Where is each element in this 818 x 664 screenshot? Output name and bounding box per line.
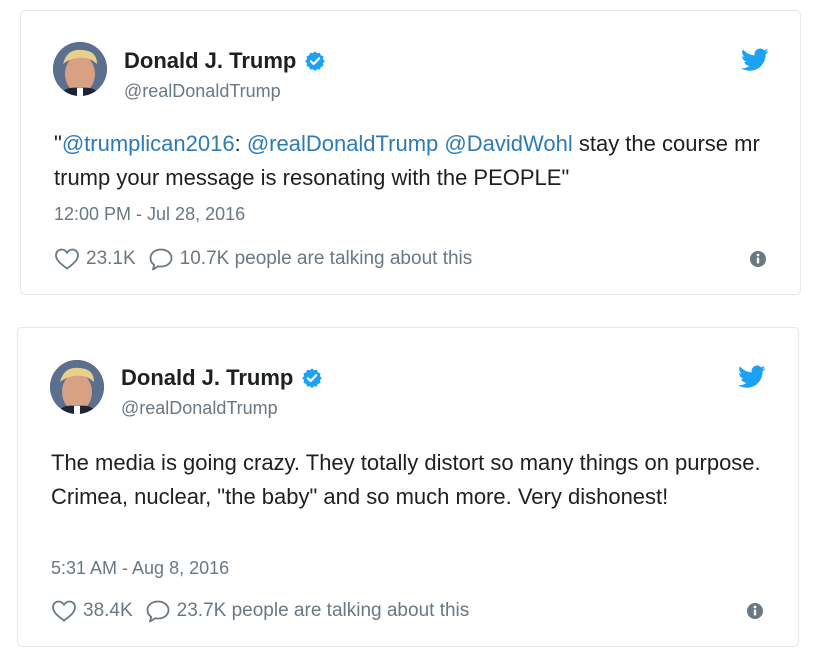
speech-bubble-icon xyxy=(149,248,173,271)
author-name-row[interactable]: Donald J. Trump xyxy=(121,365,323,391)
text-part: : xyxy=(234,131,247,156)
mention-link[interactable]: @trumplican2016 xyxy=(62,131,235,156)
heart-icon xyxy=(55,248,79,270)
twitter-bird-icon[interactable] xyxy=(741,48,769,72)
info-icon[interactable] xyxy=(746,602,764,620)
text-part: The media is going crazy. They totally d… xyxy=(51,450,761,509)
avatar[interactable] xyxy=(50,360,104,414)
author-name[interactable]: Donald J. Trump xyxy=(124,48,296,74)
like-count: 23.1K xyxy=(86,248,136,269)
author-handle[interactable]: @realDonaldTrump xyxy=(124,81,281,102)
tweet-actions: 23.1K 10.7K people are talking about thi… xyxy=(54,247,472,271)
author-name-row[interactable]: Donald J. Trump xyxy=(124,48,326,74)
like-action[interactable]: 23.1K xyxy=(54,247,136,271)
info-icon[interactable] xyxy=(749,250,767,268)
mention-link[interactable]: @DavidWohl xyxy=(444,131,572,156)
like-action[interactable]: 38.4K xyxy=(51,599,133,623)
talking-count: 23.7K people are talking about this xyxy=(176,600,470,621)
tweet-actions: 38.4K 23.7K people are talking about thi… xyxy=(51,599,469,623)
tweet-text: The media is going crazy. They totally d… xyxy=(51,446,771,514)
talking-action[interactable]: 23.7K people are talking about this xyxy=(145,599,470,623)
twitter-bird-icon[interactable] xyxy=(738,365,766,389)
mention-link[interactable]: @realDonaldTrump xyxy=(247,131,438,156)
text-part: " xyxy=(54,131,62,156)
talking-count: 10.7K people are talking about this xyxy=(179,248,473,269)
speech-bubble-icon xyxy=(146,600,170,623)
tweet-timestamp[interactable]: 12:00 PM - Jul 28, 2016 xyxy=(54,204,245,225)
heart-icon xyxy=(52,600,76,622)
tweet-text: "@trumplican2016: @realDonaldTrump @Davi… xyxy=(54,127,774,195)
verified-badge-icon xyxy=(302,368,323,388)
talking-action[interactable]: 10.7K people are talking about this xyxy=(148,247,473,271)
author-handle[interactable]: @realDonaldTrump xyxy=(121,398,278,419)
tweet-card[interactable]: Donald J. Trump @realDonaldTrump The med… xyxy=(17,327,799,647)
verified-badge-icon xyxy=(305,51,326,71)
avatar[interactable] xyxy=(53,42,107,96)
author-name[interactable]: Donald J. Trump xyxy=(121,365,293,391)
tweet-timestamp[interactable]: 5:31 AM - Aug 8, 2016 xyxy=(51,558,229,579)
tweet-card[interactable]: Donald J. Trump @realDonaldTrump "@trump… xyxy=(20,10,801,295)
like-count: 38.4K xyxy=(83,600,133,621)
